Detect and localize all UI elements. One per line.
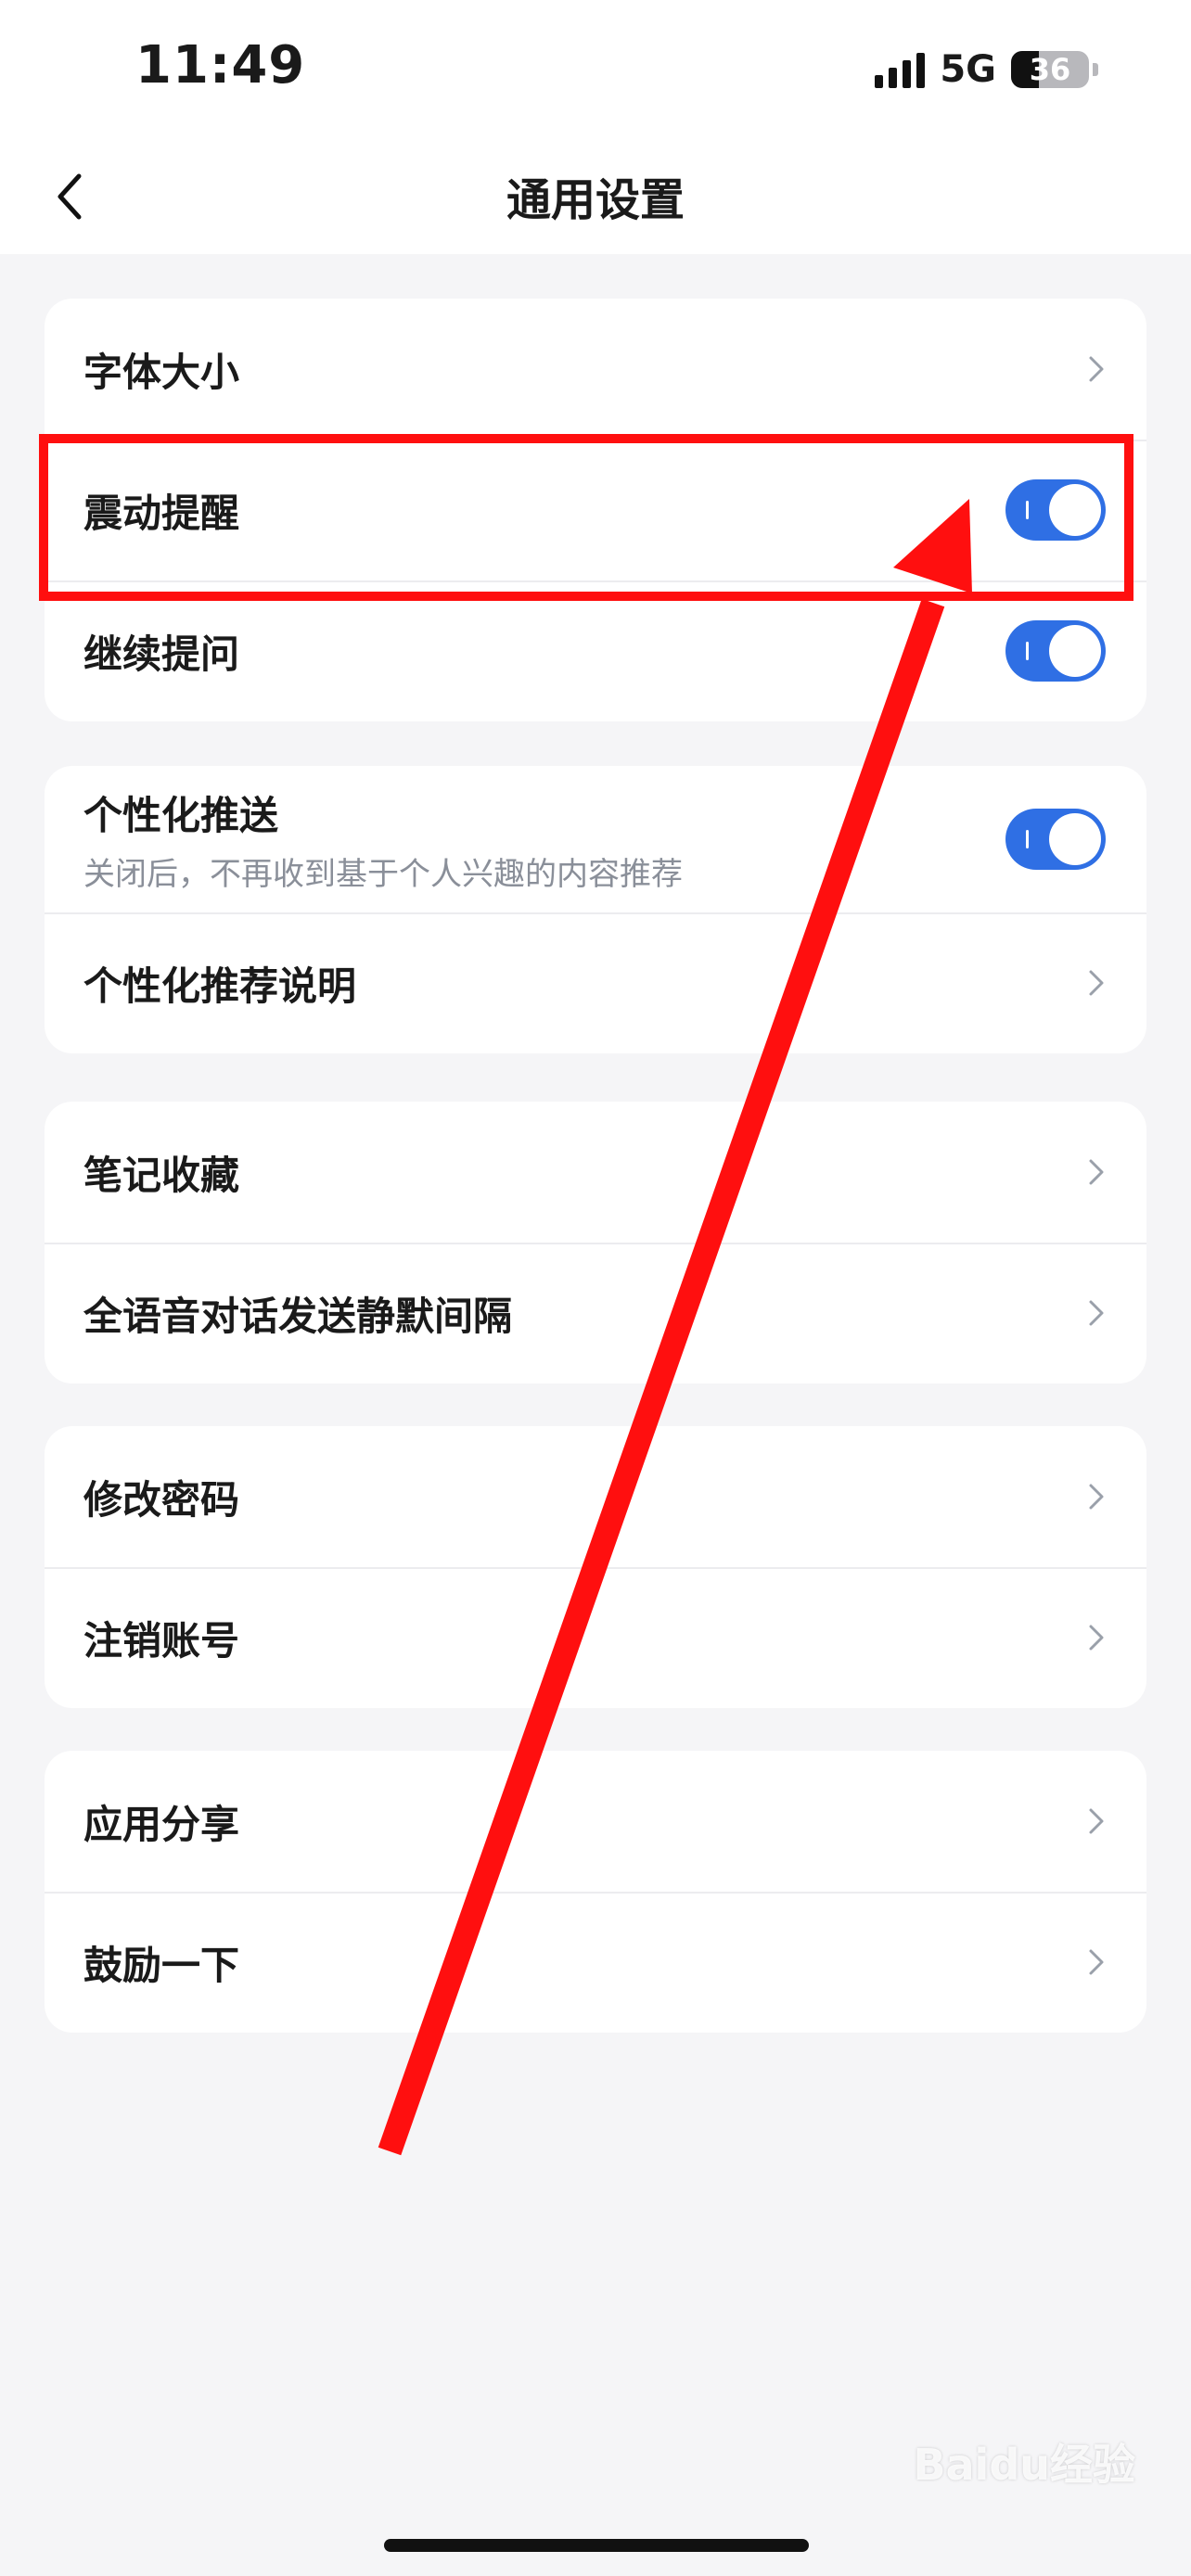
home-indicator <box>384 2539 809 2552</box>
annotation-arrow-icon <box>378 499 972 2156</box>
watermark: Baidu经验 <box>913 2440 1135 2490</box>
